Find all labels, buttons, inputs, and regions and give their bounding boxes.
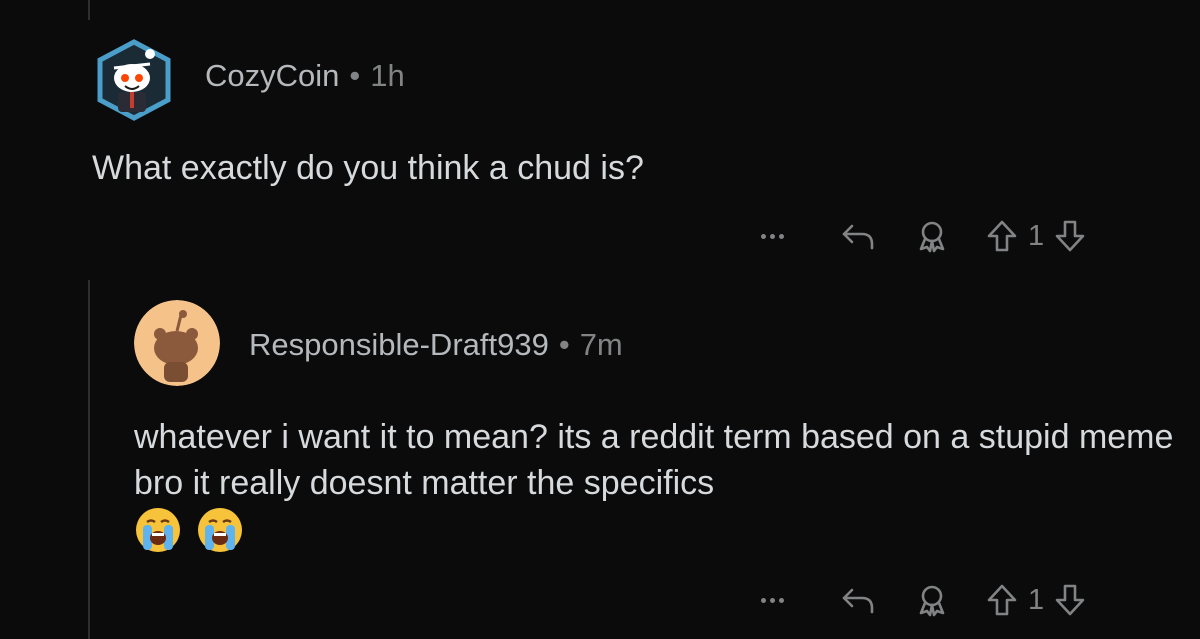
- username[interactable]: CozyCoin: [205, 58, 339, 93]
- avatar[interactable]: [92, 38, 176, 122]
- loudly-crying-face-icon: [134, 506, 182, 554]
- award-icon[interactable]: [912, 580, 952, 620]
- comment-age: 1h: [370, 58, 405, 93]
- comment-body: What exactly do you think a chud is?: [92, 149, 644, 187]
- avatar[interactable]: [134, 300, 220, 386]
- comment-thread: CozyCoin • 1h What exactly do you think a …: [0, 0, 1200, 639]
- downvote-icon[interactable]: [1050, 216, 1090, 256]
- loudly-crying-face-icon: [196, 506, 244, 554]
- comment-meta: Responsible-Draft939 • 7m: [249, 327, 623, 363]
- username[interactable]: Responsible-Draft939: [249, 327, 549, 362]
- thread-line[interactable]: [88, 0, 90, 20]
- more-options-icon[interactable]: [752, 216, 792, 256]
- reply-icon[interactable]: [838, 580, 878, 620]
- comment-actions: 1: [752, 580, 1090, 620]
- upvote-icon[interactable]: [982, 580, 1022, 620]
- upvote-icon[interactable]: [982, 216, 1022, 256]
- more-options-icon[interactable]: [752, 580, 792, 620]
- downvote-icon[interactable]: [1050, 580, 1090, 620]
- meta-separator: •: [558, 327, 570, 362]
- comment-body: whatever i want it to mean? its a reddit…: [134, 418, 1174, 502]
- emoji-row: [134, 506, 244, 554]
- award-icon[interactable]: [912, 216, 952, 256]
- reply-icon[interactable]: [838, 216, 878, 256]
- comment-actions: 1: [752, 216, 1090, 256]
- meta-separator: •: [349, 58, 361, 93]
- vote-count: 1: [1028, 219, 1045, 252]
- reply-thread-line[interactable]: [88, 280, 90, 639]
- vote-count: 1: [1028, 583, 1045, 616]
- comment-age: 7m: [579, 327, 623, 362]
- comment-meta: CozyCoin • 1h: [205, 58, 405, 94]
